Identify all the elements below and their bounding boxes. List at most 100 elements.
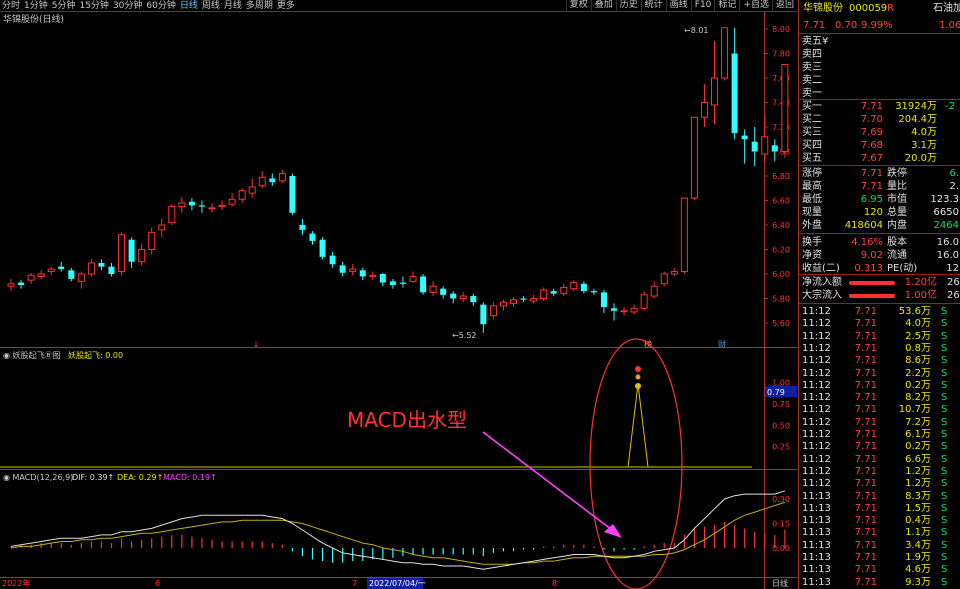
tick-time-5: 11:12 <box>802 367 831 379</box>
tick-vol-0: 53.6万 <box>898 306 931 317</box>
stock-flag: R <box>887 3 894 14</box>
tick-vol-8: 10.7万 <box>898 404 931 416</box>
tick-vol-13: 1.2万 <box>905 465 931 477</box>
candle-body-46 <box>470 296 477 303</box>
stat-l1-4: 外盘 <box>802 220 822 231</box>
bid-label-0: 买一 <box>802 101 822 112</box>
candle-body-43 <box>440 288 447 295</box>
flow-label-1: 大宗流入 <box>802 290 842 301</box>
candle-body-40 <box>409 275 417 282</box>
candle-body-54 <box>550 291 557 294</box>
stat-row-1: 最高 7.71 量比 2. <box>799 181 960 193</box>
tick-row-10: 11:12 7.71 6.1万 S <box>799 429 960 441</box>
ind1-spike <box>627 383 649 468</box>
candle-body-37 <box>379 274 386 283</box>
bid-vol-1: 204.4万 <box>898 114 937 125</box>
axis-divider <box>764 11 765 589</box>
candle-body-30 <box>309 233 316 241</box>
annotation-label: MACD出水型 <box>347 408 467 432</box>
candle-body-45 <box>459 295 467 299</box>
tick-side-4: S <box>941 355 948 367</box>
date-label-0: 2022年 <box>2 578 30 588</box>
flow-extra-1: 26 <box>947 290 960 301</box>
stat-l2-2: 市值 <box>887 194 907 205</box>
tick-time-3: 11:12 <box>802 342 831 354</box>
tick-price-7: 7.71 <box>854 392 877 404</box>
divider-2 <box>0 469 797 470</box>
stat-l1-3: 现量 <box>802 207 822 218</box>
tick-row-17: 11:13 7.71 0.4万 S <box>799 515 960 527</box>
stat-v1-5: 4.16% <box>851 237 883 248</box>
stat-v2-3: 6650 <box>933 207 959 218</box>
candle-body-62 <box>630 307 638 313</box>
tick-price-18: 7.71 <box>854 527 877 539</box>
tick-side-15: S <box>941 490 948 502</box>
tick-time-22: 11:13 <box>802 576 831 588</box>
ind1-current: 0.79 <box>767 388 785 397</box>
candle-body-39 <box>399 282 406 284</box>
tick-vol-12: 6.6万 <box>905 453 931 465</box>
indicator1-value: 妖股起飞: 0.00 <box>68 350 123 360</box>
kline-svg[interactable]: 华锦股份(日线)8.007.807.607.407.207.006.806.60… <box>0 0 797 589</box>
current-price: 7.71 <box>803 20 826 31</box>
tick-side-5: S <box>941 367 948 379</box>
macd-dif: DIF: 0.39↑ <box>72 473 114 482</box>
tick-price-17: 7.71 <box>854 515 877 527</box>
stat-v2-4: 2464 <box>933 220 959 231</box>
tick-time-4: 11:12 <box>802 355 831 367</box>
date-label-4: 8 <box>552 579 557 588</box>
tick-vol-16: 1.5万 <box>905 502 931 514</box>
tick-vol-14: 1.2万 <box>905 478 931 490</box>
tick-price-13: 7.71 <box>854 465 877 477</box>
tick-price-22: 7.71 <box>854 576 877 588</box>
candle-body-20 <box>208 207 216 210</box>
candle-body-75 <box>761 136 769 155</box>
price-tick-9: 6.20 <box>772 246 790 255</box>
ask-label-0: 卖五¥ <box>802 36 829 47</box>
stat-l2-4: 内盘 <box>887 220 907 231</box>
bid-label-4: 买五 <box>802 153 822 164</box>
bid-row-0: 买一 7.71 31924万 -2 <box>799 101 960 113</box>
tick-row-22: 11:13 7.71 9.3万 S <box>799 577 960 589</box>
tick-price-11: 7.71 <box>854 441 877 453</box>
tick-side-1: S <box>941 318 948 330</box>
stat-v2-2: 123.3 <box>930 194 959 205</box>
ask-label-2: 卖三 <box>802 62 822 73</box>
tick-vol-22: 9.3万 <box>905 576 931 588</box>
candle-body-66 <box>670 271 678 275</box>
tick-row-12: 11:12 7.71 6.6万 S <box>799 454 960 466</box>
ask-row-1: 卖四 <box>799 49 960 61</box>
tick-time-13: 11:12 <box>802 465 831 477</box>
tick-row-18: 11:13 7.71 1.1万 S <box>799 527 960 539</box>
quote-price: 7.71 0.70 9.99% 1.06 <box>799 20 960 32</box>
bid-vol-2: 4.0万 <box>911 127 937 138</box>
bid-label-2: 买三 <box>802 127 822 138</box>
tick-row-2: 11:12 7.71 2.5万 S <box>799 331 960 343</box>
divider-top <box>0 11 797 12</box>
stat-v2-6: 16.0 <box>936 250 959 261</box>
tick-price-6: 7.71 <box>854 379 877 391</box>
tick-side-3: S <box>941 342 948 354</box>
quote-sep-5 <box>799 274 960 275</box>
candle-body-14 <box>148 231 156 251</box>
side-value: 1.06 <box>939 20 960 31</box>
tick-row-6: 11:12 7.71 0.2万 S <box>799 380 960 392</box>
flow-extra-0: 26 <box>947 277 960 288</box>
bid-price-0: 7.71 <box>860 101 883 112</box>
tick-price-5: 7.71 <box>854 367 877 379</box>
chart-area[interactable]: 分时 1分钟 5分钟 15分钟 30分钟 60分钟 日线 周线 月线 多周期 更多 复权 叠加 历史 统计画… <box>0 0 797 589</box>
sector-tab: 石油加工 <box>933 3 960 14</box>
candle-body-61 <box>620 310 628 313</box>
price-tick-0: 8.00 <box>772 25 790 34</box>
tick-row-4: 11:12 7.71 8.6万 S <box>799 355 960 367</box>
price-tick-7: 6.60 <box>772 197 790 206</box>
candle-body-8 <box>87 262 95 275</box>
bid-price-2: 7.69 <box>860 127 883 138</box>
event-mark-1: ↓ <box>253 340 260 349</box>
tick-time-21: 11:13 <box>802 564 831 576</box>
tick-price-15: 7.71 <box>854 490 877 502</box>
event-mark-3: 财 <box>718 339 726 349</box>
bid-vol-3: 3.1万 <box>911 140 937 151</box>
candle-body-49 <box>499 301 507 307</box>
candle-body-67 <box>680 197 688 273</box>
